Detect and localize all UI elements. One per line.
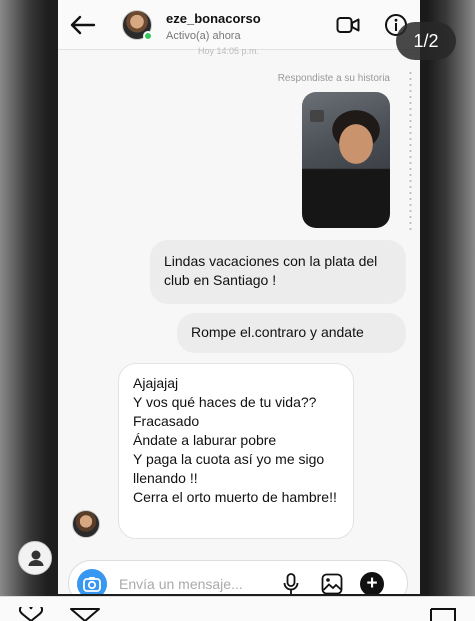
active-status: Activo(a) ahora	[166, 30, 241, 42]
story-sticker	[310, 110, 324, 122]
page-counter: 1/2	[396, 22, 456, 60]
faded-timestamp: Hoy 14:05 p.m.	[198, 46, 260, 56]
message-bubble-received[interactable]: Ajajajaj Y vos qué haces de tu vida?? Fr…	[118, 363, 354, 539]
story-thumbnail[interactable]	[302, 92, 390, 228]
message-composer: +	[68, 560, 408, 594]
profile-icon	[28, 550, 44, 566]
camera-icon	[83, 577, 101, 592]
back-arrow-icon[interactable]	[68, 14, 96, 36]
gallery-icon[interactable]	[321, 573, 343, 594]
story-reply-note: Respondiste a su historia	[277, 73, 390, 84]
instagram-dm-screenshot: eze_bonacorso Activo(a) ahora Hoy 14:05 …	[58, 0, 420, 594]
post-action-bar	[0, 596, 475, 621]
bookmark-icon[interactable]	[430, 607, 456, 621]
message-bubble-sent[interactable]: Lindas vacaciones con la plata del club …	[150, 240, 406, 304]
chat-header: eze_bonacorso Activo(a) ahora	[58, 0, 420, 50]
profile-button[interactable]	[18, 541, 52, 575]
camera-button[interactable]	[77, 569, 107, 594]
sender-avatar[interactable]	[72, 510, 100, 538]
heart-icon[interactable]	[18, 607, 44, 621]
video-call-icon[interactable]	[336, 15, 360, 35]
message-bubble-sent[interactable]: Rompe el.contraro y andate	[177, 313, 406, 353]
message-input[interactable]	[119, 574, 269, 594]
send-icon[interactable]	[70, 607, 100, 621]
microphone-icon[interactable]	[283, 573, 299, 594]
scroll-indicator	[409, 70, 412, 230]
plus-icon[interactable]: +	[360, 572, 384, 594]
online-indicator	[143, 31, 153, 41]
chat-username[interactable]: eze_bonacorso	[166, 11, 261, 26]
